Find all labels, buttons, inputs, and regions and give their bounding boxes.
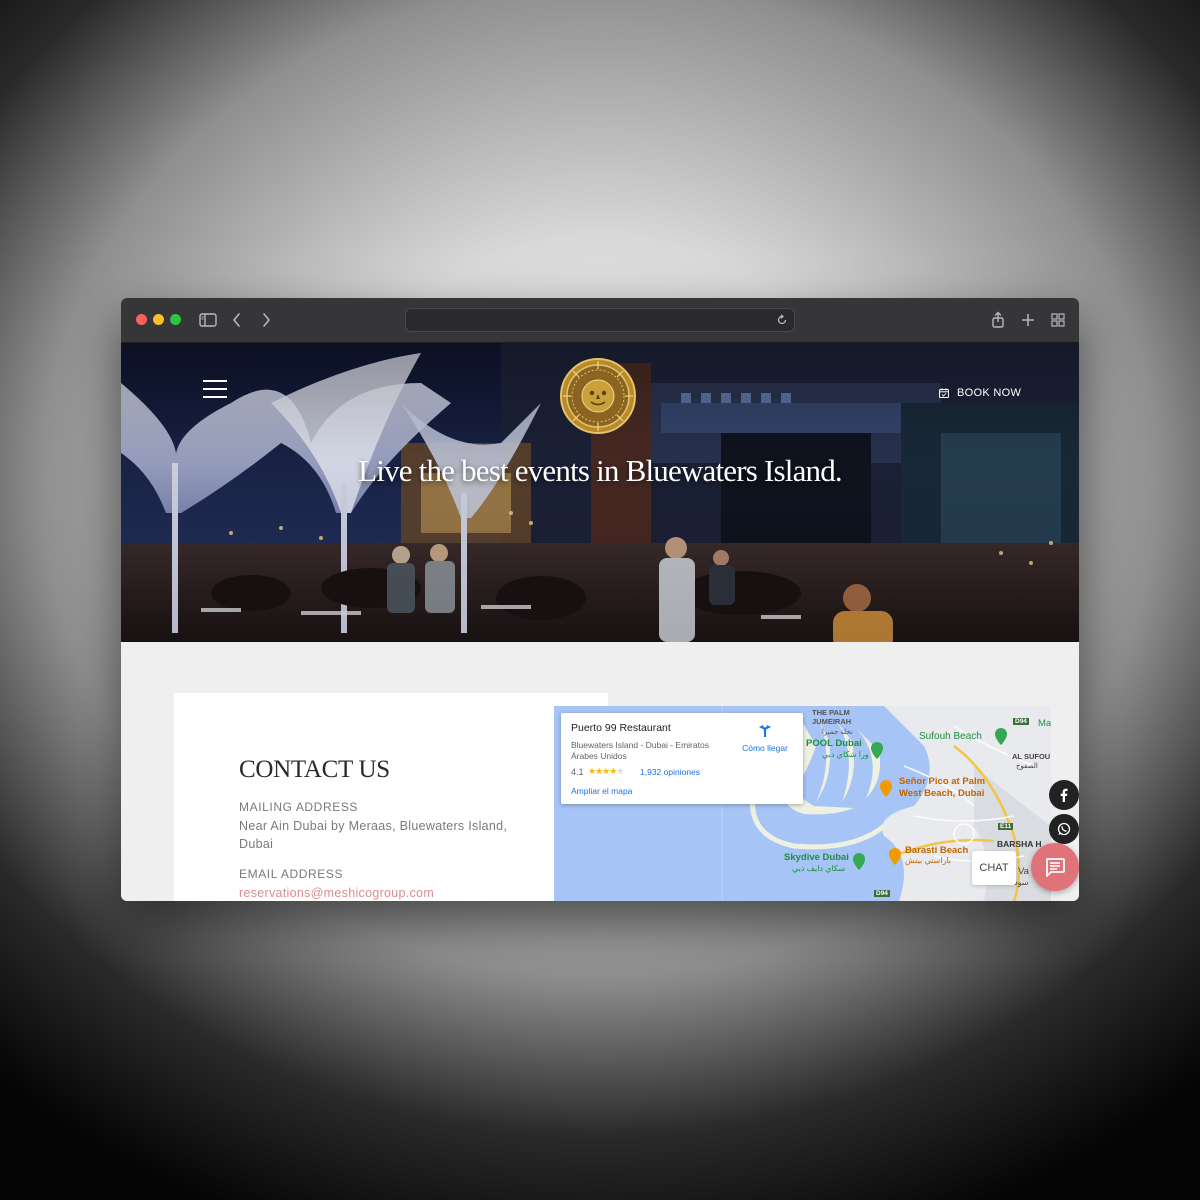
rating-stars: ★★★★★ ★★★★★ bbox=[588, 766, 624, 776]
forward-arrow-icon[interactable] bbox=[255, 309, 277, 331]
contact-title: CONTACT US bbox=[239, 756, 390, 783]
book-now-button[interactable]: BOOK NOW bbox=[939, 385, 1021, 401]
chat-label[interactable]: CHAT bbox=[972, 851, 1016, 885]
whatsapp-button[interactable] bbox=[1049, 814, 1079, 844]
whatsapp-icon bbox=[1057, 822, 1071, 836]
map-label-ma: Ma bbox=[1038, 718, 1051, 729]
facebook-icon bbox=[1060, 788, 1068, 802]
browser-window: BOOK NOW Live the best events in Bluewat… bbox=[121, 298, 1079, 901]
place-rating: 4.1 bbox=[571, 767, 584, 777]
map-label-al-sufouh-arabic: الصفوح bbox=[1016, 763, 1038, 770]
map-label-senor-pico: Señor Pico at Palm bbox=[899, 776, 986, 787]
sun-face-logo-icon bbox=[560, 358, 636, 434]
email-address-label: EMAIL ADDRESS bbox=[239, 867, 344, 881]
maximize-window-button[interactable] bbox=[170, 314, 181, 325]
map-label-d94-top: D94 bbox=[1013, 718, 1029, 725]
chat-bubble-icon bbox=[1046, 858, 1065, 877]
mailing-address-value: Near Ain Dubai by Meraas, Bluewaters Isl… bbox=[239, 819, 508, 851]
calendar-icon bbox=[939, 388, 949, 398]
new-tab-icon[interactable] bbox=[1017, 309, 1039, 331]
email-address-link[interactable]: reservations@meshicogroup.com bbox=[239, 884, 539, 901]
map-label-va: Va bbox=[1018, 866, 1029, 877]
book-now-label: BOOK NOW bbox=[957, 387, 1022, 399]
hero-title: Live the best events in Bluewaters Islan… bbox=[358, 453, 843, 488]
contact-card: CONTACT US MAILING ADDRESS Near Ain Duba… bbox=[174, 693, 608, 901]
share-icon[interactable] bbox=[987, 309, 1009, 331]
browser-toolbar bbox=[121, 298, 1079, 343]
minimize-window-button[interactable] bbox=[153, 314, 164, 325]
place-info-card: Puerto 99 Restaurant Bluewaters Island -… bbox=[561, 713, 803, 804]
hamburger-menu-icon[interactable] bbox=[203, 380, 227, 398]
map-label-palm-arabic: نخلة جميرا bbox=[822, 729, 853, 736]
sidebar-toggle-icon[interactable] bbox=[197, 309, 219, 331]
puerto-99-logo[interactable] bbox=[559, 357, 637, 435]
facebook-button[interactable] bbox=[1049, 780, 1079, 810]
directions-icon[interactable] bbox=[757, 723, 773, 739]
map-label-skydive-arabic: سكاي دايف دبي bbox=[792, 864, 846, 873]
map-label-barasti: Barasti Beach bbox=[905, 845, 969, 856]
place-reviews-link[interactable]: 1,932 opiniones bbox=[640, 767, 700, 777]
map-label-pool: POOL Dubai bbox=[806, 738, 862, 749]
close-window-button[interactable] bbox=[136, 314, 147, 325]
map-label-pool-arabic: ورا شكاي دبي bbox=[822, 750, 869, 759]
map-label-palm: THE PALM JUMEIRAH bbox=[812, 708, 852, 726]
map-label-barsha: BARSHA H bbox=[997, 839, 1042, 849]
map-label-e11: E11 bbox=[998, 823, 1014, 830]
place-name: Puerto 99 Restaurant bbox=[571, 722, 671, 734]
tab-overview-icon[interactable] bbox=[1047, 309, 1069, 331]
enlarge-map-link[interactable]: Ampliar el mapa bbox=[571, 786, 632, 796]
directions-label[interactable]: Cómo llegar bbox=[739, 743, 791, 753]
map-label-sud: سود bbox=[1014, 878, 1029, 887]
reload-icon[interactable] bbox=[775, 313, 789, 327]
mailing-address-label: MAILING ADDRESS bbox=[239, 800, 359, 814]
address-bar[interactable] bbox=[405, 308, 795, 332]
map-label-barasti-arabic: باراستي بيتش bbox=[905, 856, 952, 865]
map-label-d94-bottom: D94 bbox=[874, 890, 890, 897]
place-address: Bluewaters Island - Dubai - Emiratos Ára… bbox=[571, 740, 709, 761]
map-label-skydive: Skydive Dubai bbox=[784, 852, 849, 863]
back-arrow-icon[interactable] bbox=[226, 309, 248, 331]
map-label-west-beach: West Beach, Dubai bbox=[899, 788, 985, 799]
chat-button[interactable] bbox=[1031, 843, 1079, 891]
map-label-al-sufouh: AL SUFOU bbox=[1012, 752, 1051, 761]
map-label-sufouh-beach: Sufouh Beach bbox=[919, 731, 982, 742]
hero-banner: BOOK NOW Live the best events in Bluewat… bbox=[121, 343, 1079, 642]
